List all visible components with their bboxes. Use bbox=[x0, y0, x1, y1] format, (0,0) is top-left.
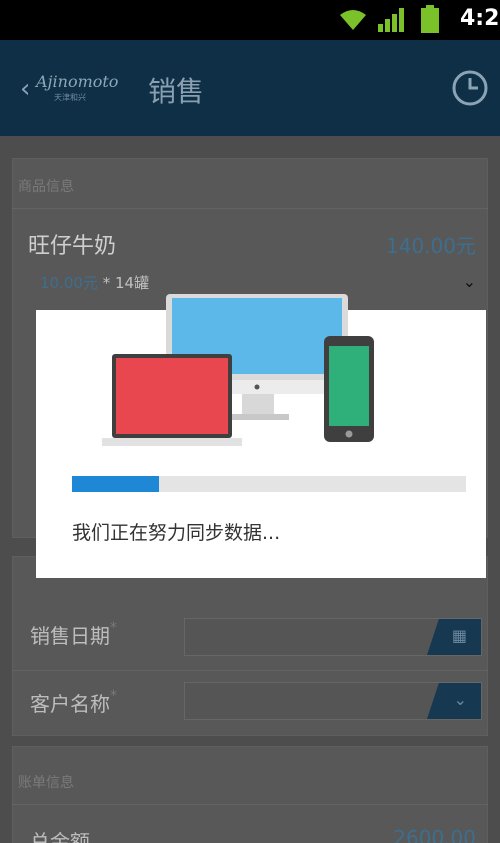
brand-logo: Ajinomoto 天津和兴 bbox=[36, 68, 126, 108]
sale-date-label: 销售日期* bbox=[30, 620, 117, 648]
product-section-label: 商品信息 bbox=[18, 179, 74, 195]
status-bar: 4:20 bbox=[0, 0, 500, 40]
customer-name-select[interactable]: ⌄ bbox=[184, 682, 482, 720]
status-time: 4:20 bbox=[460, 6, 500, 31]
calendar-button[interactable]: ▦ bbox=[427, 619, 481, 655]
logo-subtext: 天津和兴 bbox=[54, 93, 86, 102]
total-amount-value: 2600.00 bbox=[393, 826, 476, 843]
divider bbox=[12, 670, 488, 671]
sale-date-field[interactable]: ▦ bbox=[184, 618, 482, 656]
back-icon[interactable]: ‹ bbox=[20, 74, 30, 104]
history-clock-icon[interactable] bbox=[450, 68, 490, 108]
calendar-icon: ▦ bbox=[451, 626, 467, 645]
account-section-label: 账单信息 bbox=[18, 775, 74, 791]
customer-dropdown-button[interactable]: ⌄ bbox=[427, 683, 481, 719]
sync-dialog: 我们正在努力同步数据... bbox=[36, 294, 486, 578]
total-amount-label: 总金额 bbox=[30, 830, 90, 843]
devices-sync-illustration bbox=[102, 294, 374, 446]
unit-price: 10.00元 bbox=[40, 274, 98, 292]
chevron-down-icon: ⌄ bbox=[453, 690, 467, 709]
sync-progress-fill bbox=[72, 476, 159, 492]
customer-name-label: 客户名称* bbox=[30, 688, 117, 716]
chevron-down-icon[interactable]: ⌄ bbox=[463, 272, 476, 291]
product-total-price: 140.00元 bbox=[386, 234, 476, 258]
divider bbox=[12, 804, 488, 805]
product-name: 旺仔牛奶 bbox=[28, 234, 117, 259]
sync-progress-bar bbox=[72, 476, 466, 492]
page-title: 销售 bbox=[148, 75, 205, 108]
sync-message: 我们正在努力同步数据... bbox=[72, 522, 281, 544]
product-unit-line: 10.00元 * 14罐 bbox=[40, 272, 149, 293]
signal-icon bbox=[378, 8, 404, 32]
quantity-text: * 14罐 bbox=[97, 274, 150, 292]
divider bbox=[12, 208, 488, 209]
battery-icon bbox=[421, 5, 439, 33]
app-bar: ‹ Ajinomoto 天津和兴 销售 bbox=[0, 40, 500, 136]
wifi-icon bbox=[340, 10, 366, 30]
logo-text: Ajinomoto bbox=[36, 72, 119, 91]
